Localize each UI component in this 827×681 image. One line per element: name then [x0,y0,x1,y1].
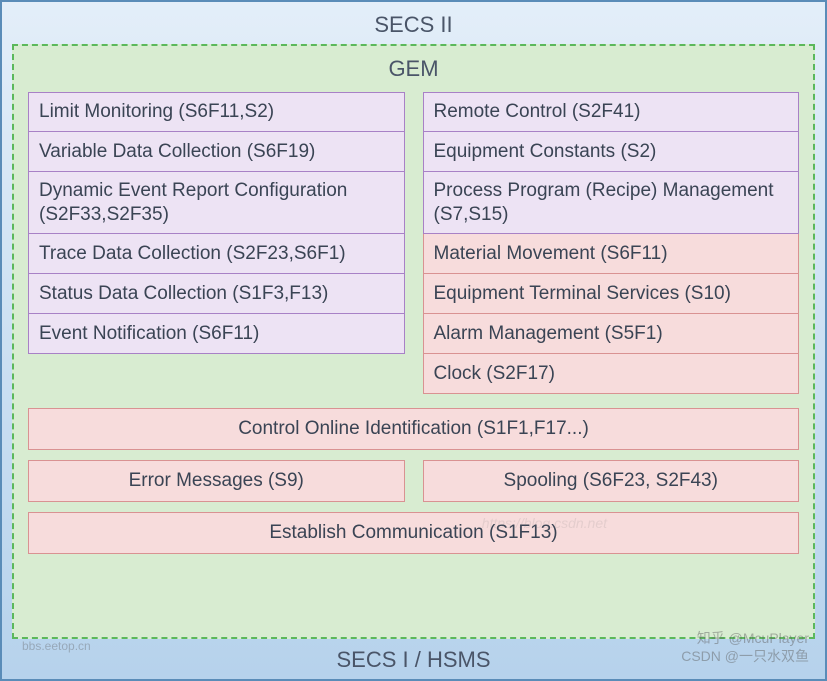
gem-title: GEM [28,54,799,92]
capability-cell: Equipment Constants (S2) [423,132,800,172]
right-column: Remote Control (S2F41)Equipment Constant… [423,92,800,394]
secs2-container: SECS II GEM Limit Monitoring (S6F11,S2)V… [0,0,827,681]
capability-cell: Process Program (Recipe) Management (S7,… [423,172,800,234]
capability-cell: Material Movement (S6F11) [423,234,800,274]
capability-cell: Variable Data Collection (S6F19) [28,132,405,172]
secs1-hsms-title: SECS I / HSMS [12,639,815,673]
spooling-cell: Spooling (S6F23, S2F43) [423,460,800,502]
capability-cell: Event Notification (S6F11) [28,314,405,354]
capability-cell: Equipment Terminal Services (S10) [423,274,800,314]
capability-cell: Remote Control (S2F41) [423,92,800,132]
capability-cell: Status Data Collection (S1F3,F13) [28,274,405,314]
secs2-title: SECS II [12,10,815,44]
capability-cell: Trace Data Collection (S2F23,S6F1) [28,234,405,274]
split-row: Error Messages (S9) Spooling (S6F23, S2F… [28,460,799,502]
left-column: Limit Monitoring (S6F11,S2)Variable Data… [28,92,405,394]
bottom-section: Control Online Identification (S1F1,F17.… [28,408,799,554]
capability-cell: Clock (S2F17) [423,354,800,394]
establish-comm-row: Establish Communication (S1F13) [28,512,799,554]
error-messages-cell: Error Messages (S9) [28,460,405,502]
capability-cell: Limit Monitoring (S6F11,S2) [28,92,405,132]
capabilities-grid: Limit Monitoring (S6F11,S2)Variable Data… [28,92,799,394]
capability-cell: Dynamic Event Report Configuration (S2F3… [28,172,405,234]
gem-container: GEM Limit Monitoring (S6F11,S2)Variable … [12,44,815,639]
control-online-id-row: Control Online Identification (S1F1,F17.… [28,408,799,450]
capability-cell: Alarm Management (S5F1) [423,314,800,354]
